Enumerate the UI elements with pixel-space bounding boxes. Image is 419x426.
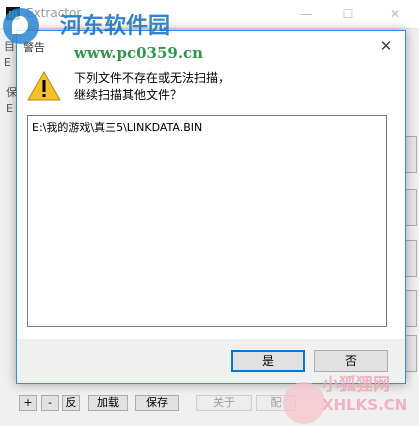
warning-icon bbox=[27, 71, 61, 101]
main-field-fragment: E bbox=[6, 102, 13, 115]
about-button[interactable]: 关于 bbox=[196, 395, 252, 411]
add-button[interactable]: + bbox=[19, 395, 37, 411]
watermark-site-url: www.pc0359.cn bbox=[74, 44, 204, 62]
main-field-fragment: E bbox=[4, 56, 11, 69]
watermark-fox-logo bbox=[283, 382, 325, 424]
missing-files-list[interactable]: E:\我的游戏\真三5\LINKDATA.BIN bbox=[27, 115, 387, 327]
message-line-1: 下列文件不存在或无法扫描， bbox=[74, 71, 231, 85]
watermark-bottom-name: 小狐狸网 bbox=[322, 375, 390, 395]
message-line-2: 继续扫描其他文件？ bbox=[74, 88, 183, 102]
invert-button[interactable]: 反 bbox=[62, 395, 80, 411]
main-close-icon[interactable]: ✕ bbox=[372, 0, 418, 28]
remove-button[interactable]: - bbox=[41, 395, 59, 411]
close-icon[interactable]: ✕ bbox=[375, 35, 397, 57]
warning-dialog: 警告 ✕ 下列文件不存在或无法扫描， 继续扫描其他文件？ E:\我的游戏\真三5… bbox=[16, 30, 406, 384]
load-button[interactable]: 加载 bbox=[88, 395, 128, 411]
maximize-icon[interactable]: ☐ bbox=[325, 0, 371, 28]
watermark-bottom-url: XHLKS.CN bbox=[322, 396, 408, 414]
no-button[interactable]: 否 bbox=[314, 350, 388, 372]
list-item[interactable]: E:\我的游戏\真三5\LINKDATA.BIN bbox=[32, 119, 202, 135]
save-button[interactable]: 保存 bbox=[135, 395, 179, 411]
watermark-logo bbox=[3, 8, 39, 44]
yes-button[interactable]: 是 bbox=[231, 350, 305, 372]
watermark-site-name: 河东软件园 bbox=[60, 13, 171, 39]
minimize-icon[interactable]: — bbox=[283, 0, 329, 28]
